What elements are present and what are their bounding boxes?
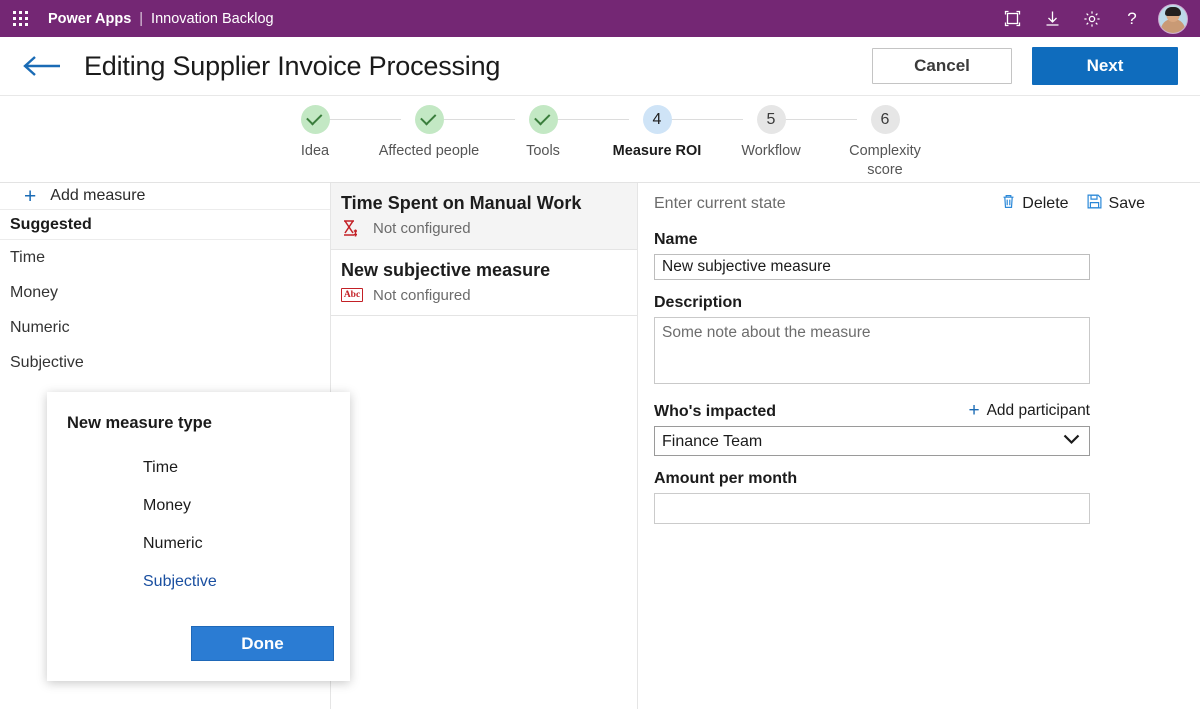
abc-icon-text: Abc xyxy=(340,287,364,303)
measure-status-row: Abc Not configured xyxy=(340,285,637,305)
name-field-label: Name xyxy=(654,231,698,248)
delete-button[interactable]: Delete xyxy=(1002,194,1069,214)
save-label: Save xyxy=(1108,195,1145,212)
measure-type-option-time[interactable]: Time xyxy=(67,449,334,487)
current-state-label: Enter current state xyxy=(654,195,786,212)
brand-product: Power Apps xyxy=(48,10,132,27)
add-measure-label: Add measure xyxy=(50,187,146,204)
suggested-section-header: Suggested xyxy=(0,210,330,240)
step-circle xyxy=(528,105,558,134)
step-label: Workflow xyxy=(741,143,801,159)
suite-actions: ? xyxy=(994,0,1192,37)
brand-app-name: Innovation Backlog xyxy=(151,10,274,27)
abc-icon: Abc xyxy=(340,285,364,305)
plus-icon: + xyxy=(968,400,980,421)
svg-text:?: ? xyxy=(1127,10,1136,28)
step-label: Idea xyxy=(300,143,330,159)
back-arrow-icon[interactable] xyxy=(22,53,62,79)
suite-bar: Power Apps | Innovation Backlog ? xyxy=(0,0,1200,37)
step-complexity-score[interactable]: 6 Complexity score xyxy=(828,105,942,180)
amount-field-label: Amount per month xyxy=(654,470,798,487)
add-participant-label: Add participant xyxy=(986,401,1090,419)
avatar[interactable] xyxy=(1158,3,1188,34)
step-label: Measure ROI xyxy=(612,143,702,159)
measure-card[interactable]: New subjective measure Abc Not configure… xyxy=(331,250,637,316)
page-title: Editing Supplier Invoice Processing xyxy=(84,50,501,81)
participant-select[interactable]: Finance Team xyxy=(654,426,1090,456)
measure-title: Time Spent on Manual Work xyxy=(341,193,582,213)
list-item[interactable]: Time xyxy=(0,240,330,275)
step-affected-people[interactable]: Affected people xyxy=(372,105,515,161)
done-button[interactable]: Done xyxy=(191,626,334,661)
measure-status-row: Not configured xyxy=(341,219,637,239)
measure-type-option-numeric[interactable]: Numeric xyxy=(67,525,334,563)
name-input[interactable] xyxy=(654,254,1090,280)
amount-input[interactable] xyxy=(654,493,1090,524)
check-icon xyxy=(420,109,437,126)
list-item[interactable]: Numeric xyxy=(0,310,330,345)
measure-type-option-money[interactable]: Money xyxy=(67,487,334,525)
fullscreen-icon[interactable] xyxy=(994,0,1030,37)
step-connector xyxy=(785,119,857,120)
list-item[interactable]: Money xyxy=(0,275,330,310)
download-icon[interactable] xyxy=(1034,0,1070,37)
measure-card[interactable]: Time Spent on Manual Work Not configured xyxy=(331,183,637,250)
detail-toolbar-actions: Delete Save xyxy=(1002,194,1145,214)
impacted-field-label: Who's impacted xyxy=(654,403,777,420)
save-disk-icon xyxy=(1087,194,1102,214)
step-tools[interactable]: Tools xyxy=(486,105,629,161)
new-measure-type-dialog: New measure type Time Money Numeric Subj… xyxy=(47,392,350,681)
step-circle xyxy=(300,105,330,134)
header-buttons: Cancel Next xyxy=(872,47,1178,85)
step-workflow[interactable]: 5 Workflow xyxy=(714,105,857,161)
step-connector xyxy=(671,119,743,120)
help-icon[interactable]: ? xyxy=(1114,0,1150,37)
step-circle: 5 xyxy=(756,105,786,134)
wizard-stepper: Idea Affected people Tools 4 Measure ROI… xyxy=(0,96,1200,183)
step-circle: 6 xyxy=(870,105,900,134)
gear-icon[interactable] xyxy=(1074,0,1110,37)
hourglass-money-icon xyxy=(341,219,363,239)
trash-icon xyxy=(1002,194,1015,214)
add-measure-button[interactable]: + Add measure xyxy=(0,183,330,210)
step-connector xyxy=(443,119,515,120)
measure-status-text: Not configured xyxy=(373,286,471,304)
measure-title: New subjective measure xyxy=(341,259,551,280)
step-label: Complexity score xyxy=(849,143,921,179)
measure-status-text: Not configured xyxy=(373,220,471,237)
step-circle: 4 xyxy=(642,105,672,134)
app-launcher-icon[interactable] xyxy=(0,0,40,37)
measure-list-pane: Time Spent on Manual Work Not configured… xyxy=(331,183,637,709)
brand[interactable]: Power Apps | Innovation Backlog xyxy=(48,11,274,27)
description-input[interactable] xyxy=(654,317,1090,384)
main-content: + Add measure Suggested Time Money Numer… xyxy=(0,183,1200,709)
plus-icon: + xyxy=(24,184,37,208)
step-connector xyxy=(557,119,629,120)
add-participant-button[interactable]: + Add participant xyxy=(968,401,1090,420)
measure-type-option-subjective[interactable]: Subjective xyxy=(67,563,334,601)
list-item[interactable]: Subjective xyxy=(0,345,330,380)
step-label: Affected people xyxy=(378,143,480,159)
step-measure-roi[interactable]: 4 Measure ROI xyxy=(600,105,743,161)
save-button[interactable]: Save xyxy=(1087,194,1145,214)
step-connector xyxy=(329,119,401,120)
step-circle xyxy=(414,105,444,134)
detail-toolbar: Enter current state Delete Save xyxy=(654,191,1200,217)
cancel-button[interactable]: Cancel xyxy=(872,48,1012,84)
brand-separator: | xyxy=(139,10,144,27)
step-label: Tools xyxy=(526,143,560,159)
next-button[interactable]: Next xyxy=(1032,47,1178,85)
description-field-label: Description xyxy=(654,294,743,311)
check-icon xyxy=(534,109,551,126)
step-idea[interactable]: Idea xyxy=(258,105,401,161)
measure-detail-pane: Enter current state Delete Save Name New… xyxy=(638,183,1200,709)
command-header: Editing Supplier Invoice Processing Canc… xyxy=(0,37,1200,96)
check-icon xyxy=(306,109,323,126)
dialog-title: New measure type xyxy=(67,414,212,432)
delete-label: Delete xyxy=(1022,195,1069,212)
